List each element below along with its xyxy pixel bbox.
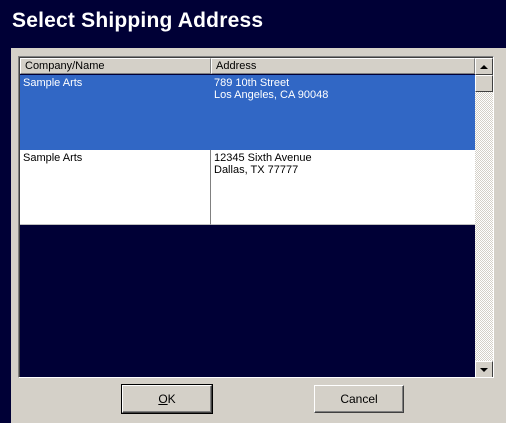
address-cell: 12345 Sixth Avenue Dallas, TX 77777 xyxy=(211,150,475,225)
dialog-title: Select Shipping Address xyxy=(12,9,264,32)
scroll-up-icon xyxy=(480,64,488,69)
column-header-company[interactable]: Company/Name xyxy=(20,58,211,74)
grid-header: Company/Name Address xyxy=(20,58,475,74)
address-line-1: 12345 Sixth Avenue xyxy=(214,152,312,164)
scroll-down-icon xyxy=(480,367,488,372)
scroll-thumb[interactable] xyxy=(475,75,493,92)
vertical-scrollbar[interactable] xyxy=(475,58,493,377)
address-cell: 789 10th Street Los Angeles, CA 90048 xyxy=(211,75,475,150)
grid-viewport: Company/Name Address Sample Arts 789 10t… xyxy=(19,57,493,377)
company-cell: Sample Arts xyxy=(20,150,211,225)
scroll-down-button[interactable] xyxy=(475,361,493,377)
title-bar: Select Shipping Address xyxy=(0,0,506,48)
ok-button[interactable]: OK xyxy=(121,384,213,414)
scroll-up-button[interactable] xyxy=(475,58,493,75)
table-row[interactable]: Sample Arts 12345 Sixth Avenue Dallas, T… xyxy=(20,150,475,225)
table-row-selected[interactable]: Sample Arts 789 10th Street Los Angeles,… xyxy=(20,75,475,150)
address-line-1: 789 10th Street xyxy=(214,77,290,89)
ok-label-rest: K xyxy=(167,392,176,406)
address-grid[interactable]: Company/Name Address Sample Arts 789 10t… xyxy=(18,56,494,378)
dialog-body: Company/Name Address Sample Arts 789 10t… xyxy=(11,48,506,423)
cancel-button[interactable]: Cancel xyxy=(314,385,404,413)
address-line-2: Los Angeles, CA 90048 xyxy=(214,89,329,101)
ok-mnemonic: O xyxy=(158,392,168,406)
address-line-2: Dallas, TX 77777 xyxy=(214,164,299,176)
column-header-address[interactable]: Address xyxy=(211,58,475,74)
company-cell: Sample Arts xyxy=(20,75,211,150)
